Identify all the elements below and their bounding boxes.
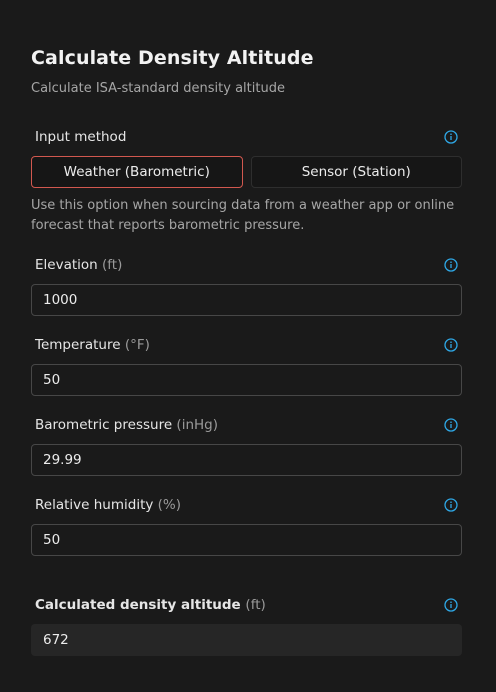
- humidity-label: Relative humidity (%): [35, 497, 181, 513]
- result-label-row: Calculated density altitude (ft): [35, 596, 458, 614]
- info-icon[interactable]: [444, 338, 458, 352]
- info-icon[interactable]: [444, 498, 458, 512]
- pressure-label-row: Barometric pressure (inHg): [35, 416, 458, 434]
- temperature-label: Temperature (°F): [35, 337, 150, 353]
- pressure-input[interactable]: 29.99: [31, 444, 462, 476]
- info-icon[interactable]: [444, 598, 458, 612]
- elevation-label-row: Elevation (ft): [35, 256, 458, 274]
- humidity-unit: (%): [157, 497, 182, 513]
- input-method-label: Input method: [35, 129, 127, 145]
- result-label: Calculated density altitude (ft): [35, 597, 266, 613]
- humidity-label-text: Relative humidity: [35, 497, 154, 513]
- info-icon[interactable]: [444, 418, 458, 432]
- pressure-unit: (inHg): [176, 417, 218, 433]
- humidity-label-row: Relative humidity (%): [35, 496, 458, 514]
- temperature-unit: (°F): [124, 337, 150, 353]
- elevation-label-text: Elevation: [35, 257, 98, 273]
- sensor-station-option[interactable]: Sensor (Station): [250, 156, 462, 188]
- result-value: 672: [31, 624, 462, 656]
- pressure-label-text: Barometric pressure: [35, 417, 173, 433]
- info-icon[interactable]: [444, 258, 458, 272]
- elevation-input[interactable]: 1000: [31, 284, 462, 316]
- temperature-label-row: Temperature (°F): [35, 336, 458, 354]
- page-title: Calculate Density Altitude: [31, 47, 314, 69]
- weather-barometric-option[interactable]: Weather (Barometric): [31, 156, 243, 188]
- input-method-help-text: Use this option when sourcing data from …: [31, 198, 455, 233]
- humidity-input[interactable]: 50: [31, 524, 462, 556]
- result-unit: (ft): [245, 597, 266, 613]
- input-method-selector: Weather (Barometric) Sensor (Station): [31, 156, 462, 188]
- pressure-label: Barometric pressure (inHg): [35, 417, 218, 433]
- page-subtitle: Calculate ISA-standard density altitude: [31, 81, 285, 96]
- result-label-text: Calculated density altitude: [35, 597, 241, 613]
- input-method-label-row: Input method: [35, 128, 458, 146]
- info-icon[interactable]: [444, 130, 458, 144]
- elevation-label: Elevation (ft): [35, 257, 122, 273]
- temperature-label-text: Temperature: [35, 337, 121, 353]
- elevation-unit: (ft): [102, 257, 123, 273]
- temperature-input[interactable]: 50: [31, 364, 462, 396]
